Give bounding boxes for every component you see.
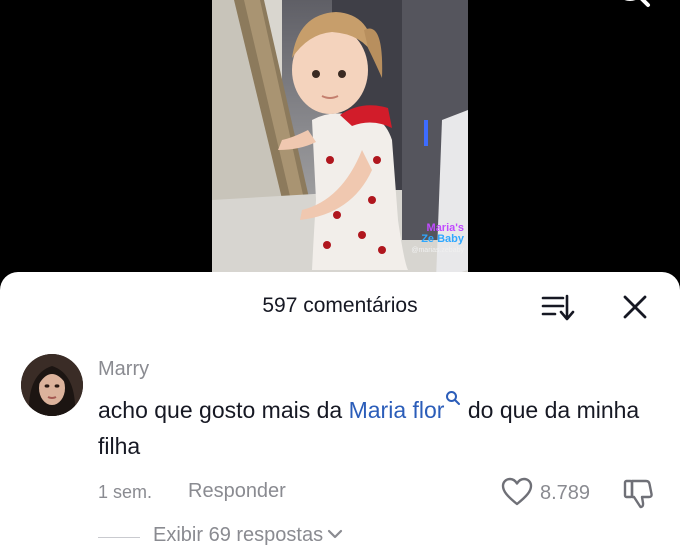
search-icon xyxy=(446,391,461,405)
like-count: 8.789 xyxy=(540,482,591,504)
comment-text-before: acho que gosto mais da xyxy=(98,397,349,423)
heart-icon[interactable] xyxy=(501,477,533,507)
search-icon[interactable] xyxy=(612,0,652,16)
chevron-down-icon xyxy=(327,529,343,539)
comment-date: 1 sem. xyxy=(98,482,153,502)
comments-sheet: 597 comentários Marry acho que gosto mai… xyxy=(0,272,680,551)
reply-button[interactable]: Responder xyxy=(188,480,286,503)
video-player[interactable]: Maria's Ze Baby @marias.zebaby xyxy=(0,0,680,300)
avatar[interactable] xyxy=(21,354,83,416)
sort-icon[interactable] xyxy=(541,292,575,322)
video-watermark: Maria's Ze Baby @marias.zebaby xyxy=(411,223,464,256)
replies-divider xyxy=(98,537,140,538)
watermark-handle: @marias.zebaby xyxy=(411,247,464,254)
mention-link[interactable]: Maria flor xyxy=(348,391,462,423)
view-replies-button[interactable]: Exibir 69 respostas xyxy=(153,524,343,547)
avatar-image xyxy=(21,354,83,416)
close-icon[interactable] xyxy=(620,292,650,322)
watermark-line-2: Ze Baby xyxy=(421,233,464,245)
mention-label: Maria flor xyxy=(348,397,445,423)
view-replies-label: Exibir 69 respostas xyxy=(153,524,324,546)
comment-username[interactable]: Marry xyxy=(98,358,149,381)
video-frame[interactable]: Maria's Ze Baby @marias.zebaby xyxy=(212,0,468,290)
comment-text: acho que gosto mais da Maria flor do que… xyxy=(98,390,658,464)
comments-count-title: 597 comentários xyxy=(262,294,418,317)
thumbs-down-icon[interactable] xyxy=(622,477,654,509)
